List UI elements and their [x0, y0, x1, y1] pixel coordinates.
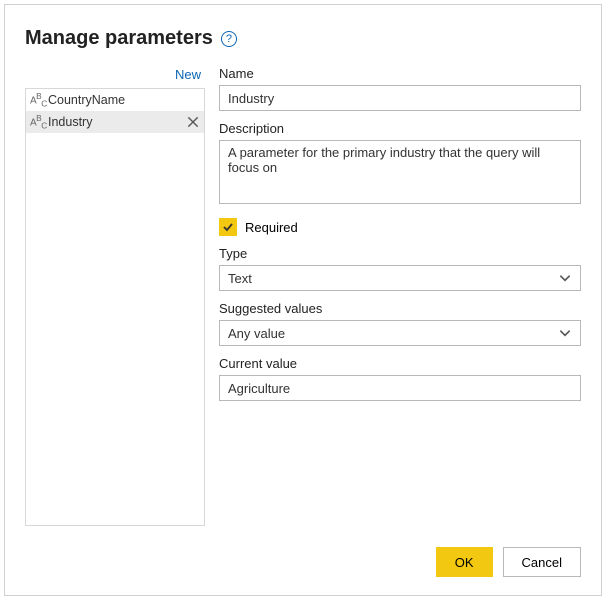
cancel-button[interactable]: Cancel — [503, 547, 581, 577]
type-value: Text — [228, 271, 252, 286]
description-label: Description — [219, 121, 581, 136]
current-label: Current value — [219, 356, 581, 371]
description-input[interactable] — [219, 140, 581, 204]
type-select[interactable]: Text — [219, 265, 581, 291]
close-icon[interactable] — [186, 115, 200, 129]
suggested-label: Suggested values — [219, 301, 581, 316]
required-checkbox[interactable] — [219, 218, 237, 236]
dialog-frame: Manage parameters ? New ABC CountryName … — [4, 4, 602, 596]
chevron-down-icon — [558, 271, 572, 285]
parameter-label: Industry — [48, 115, 186, 129]
type-label: Type — [219, 246, 581, 261]
left-pane: New ABC CountryName ABC Industry — [25, 66, 205, 526]
parameter-item-industry[interactable]: ABC Industry — [26, 111, 204, 133]
required-row: Required — [219, 218, 581, 236]
required-label: Required — [245, 220, 298, 235]
parameter-list: ABC CountryName ABC Industry — [25, 88, 205, 526]
text-type-icon: ABC — [30, 91, 48, 108]
help-icon[interactable]: ? — [221, 31, 237, 47]
suggested-value: Any value — [228, 326, 285, 341]
ok-button[interactable]: OK — [436, 547, 493, 577]
chevron-down-icon — [558, 326, 572, 340]
right-pane: Name Description Required Type Text Sugg… — [219, 66, 581, 526]
current-value-input[interactable] — [219, 375, 581, 401]
title-row: Manage parameters ? — [25, 27, 581, 50]
parameter-item-countryname[interactable]: ABC CountryName — [26, 89, 204, 111]
dialog-body: New ABC CountryName ABC Industry Name — [25, 66, 581, 526]
text-type-icon: ABC — [30, 113, 48, 130]
new-parameter-link[interactable]: New — [175, 67, 201, 82]
dialog-title: Manage parameters — [25, 27, 213, 50]
dialog-footer: OK Cancel — [436, 547, 581, 577]
name-input[interactable] — [219, 85, 581, 111]
suggested-select[interactable]: Any value — [219, 320, 581, 346]
parameter-label: CountryName — [48, 93, 200, 107]
name-label: Name — [219, 66, 581, 81]
new-row: New — [25, 66, 205, 88]
